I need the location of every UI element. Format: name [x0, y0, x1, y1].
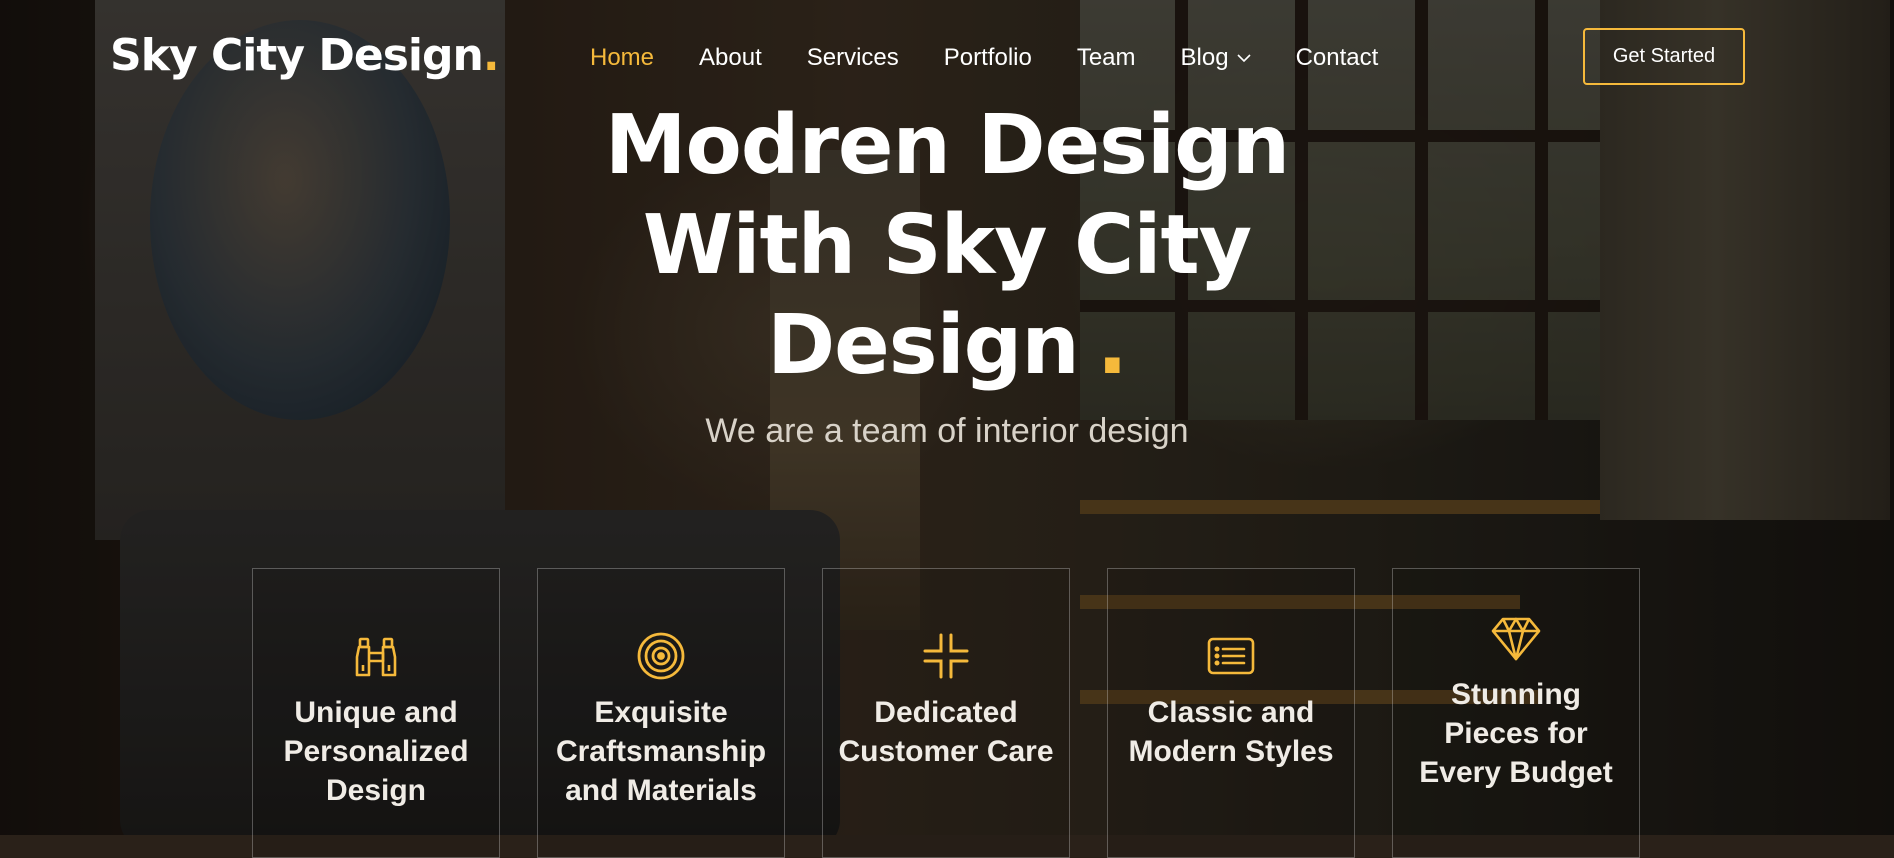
nav-item-contact[interactable]: Contact	[1296, 44, 1379, 72]
get-started-button[interactable]: Get Started	[1583, 28, 1745, 85]
nav-item-services[interactable]: Services	[807, 44, 899, 72]
binoculars-icon	[351, 631, 401, 681]
hero-title-dot: .	[1096, 298, 1128, 393]
hero-title-line: Modren Design	[604, 98, 1290, 193]
feature-card[interactable]: Unique and Personalized Design	[252, 568, 500, 858]
feature-card[interactable]: Stunning Pieces for Every Budget	[1392, 568, 1640, 858]
nav-item-portfolio[interactable]: Portfolio	[944, 44, 1032, 72]
nav-item-blog[interactable]: Blog	[1181, 44, 1251, 72]
hero-title-line: With Sky City	[642, 198, 1252, 293]
feature-cards: Unique and Personalized Design Exquisite…	[252, 568, 1640, 858]
hero-title-line: Design	[767, 298, 1080, 393]
site-logo[interactable]: Sky City Design.	[110, 30, 500, 81]
feature-card[interactable]: Dedicated Customer Care	[822, 568, 1070, 858]
nav-item-about[interactable]: About	[699, 44, 762, 72]
fullscreen-exit-icon	[921, 631, 971, 681]
feature-title: Stunning Pieces for Every Budget	[1419, 678, 1613, 789]
gem-icon	[1491, 613, 1541, 663]
hero-title: Modren Design With Sky City Design.	[0, 96, 1894, 396]
hero-subtitle: We are a team of interior design	[705, 412, 1189, 450]
card-list-icon	[1206, 631, 1256, 681]
feature-card[interactable]: Exquisite Craftsmanship and Materials	[537, 568, 785, 858]
feature-card[interactable]: Classic and Modern Styles	[1107, 568, 1355, 858]
nav-item-team[interactable]: Team	[1077, 44, 1136, 72]
nav-item-home[interactable]: Home	[590, 44, 654, 72]
chevron-down-icon	[1236, 54, 1251, 63]
main-navigation: Home About Services Portfolio Team Blog …	[590, 44, 1423, 72]
feature-title: Exquisite Craftsmanship and Materials	[555, 696, 767, 807]
logo-dot: .	[482, 30, 500, 81]
bullseye-icon	[636, 631, 686, 681]
feature-title: Classic and Modern Styles	[1128, 696, 1334, 768]
feature-title: Dedicated Customer Care	[838, 696, 1054, 768]
logo-text: Sky City Design	[110, 30, 484, 81]
feature-title: Unique and Personalized Design	[283, 696, 469, 807]
